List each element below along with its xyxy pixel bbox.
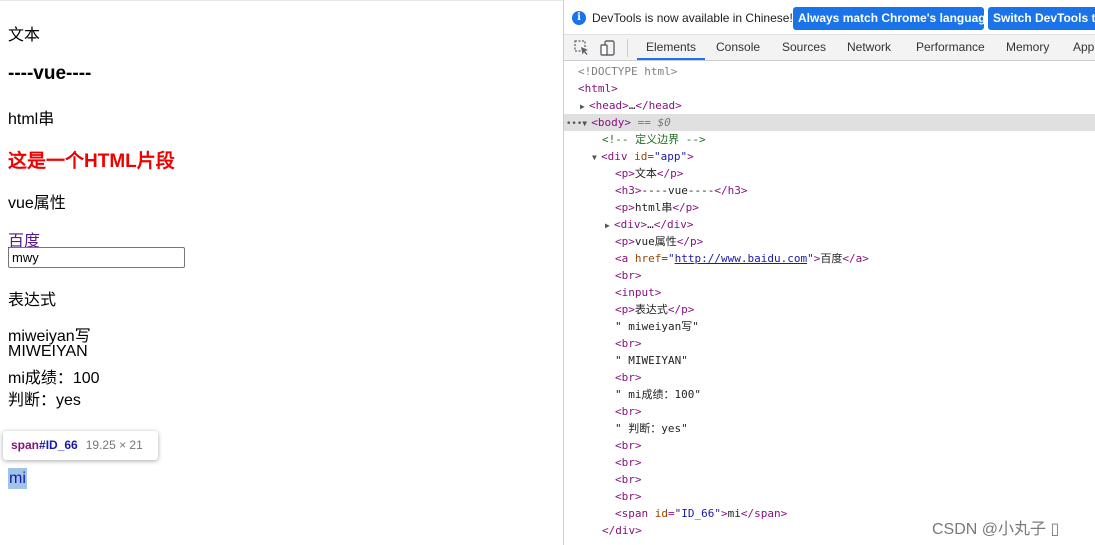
tree-node-br[interactable]: <br> [564, 403, 1095, 420]
expression-paragraph: 表达式 [8, 292, 57, 309]
tree-node-text[interactable]: " 判断：yes" [564, 420, 1095, 437]
tree-node-br[interactable]: <br> [564, 454, 1095, 471]
tree-node-br[interactable]: <br> [564, 267, 1095, 284]
text-line-2: MIWEIYAN [8, 343, 88, 360]
tree-node-doctype[interactable]: <!DOCTYPE html> [564, 63, 1095, 80]
tooltip-tag-name: span [11, 438, 40, 452]
tooltip-dimensions: 19.25 × 21 [85, 438, 143, 452]
device-toolbar-icon[interactable] [599, 39, 617, 57]
expand-caret-icon[interactable]: ▶ [605, 217, 614, 234]
language-infobar: i DevTools is now available in Chinese! … [564, 0, 1095, 35]
href-link[interactable]: http://www.baidu.com [675, 252, 807, 265]
csdn-watermark: CSDN @小丸子 ▯ [932, 521, 1060, 538]
match-language-button[interactable]: Always match Chrome's language [793, 7, 992, 30]
tree-node-br[interactable]: <br> [564, 437, 1095, 454]
tree-node-br[interactable]: <br> [564, 488, 1095, 505]
tree-node-p[interactable]: <p>vue属性</p> [564, 233, 1095, 250]
tree-node-text[interactable]: " MIWEIYAN" [564, 352, 1095, 369]
text-line-4: 判断：yes [8, 392, 81, 409]
inspect-element-icon[interactable] [573, 39, 591, 57]
tree-node-p[interactable]: <p>文本</p> [564, 165, 1095, 182]
tab-console[interactable]: Console [716, 35, 760, 60]
tab-application[interactable]: App [1073, 35, 1094, 60]
collapse-caret-icon[interactable]: ▼ [582, 115, 591, 132]
tree-node-div-app[interactable]: ▼ <div id="app"> [564, 148, 1095, 165]
inspect-tooltip: span#ID_66 19.25 × 21 [3, 431, 158, 460]
text-paragraph: 文本 [8, 27, 41, 44]
tree-node-br[interactable]: <br> [564, 471, 1095, 488]
tab-sources[interactable]: Sources [782, 35, 826, 60]
infobar-message: DevTools is now available in Chinese! [592, 11, 793, 25]
toolbar-separator [627, 39, 628, 57]
highlighted-span: mi [8, 468, 27, 489]
vue-heading: ----vue---- [8, 63, 92, 84]
expand-caret-icon[interactable]: ▶ [580, 98, 589, 115]
tree-node-br[interactable]: <br> [564, 335, 1095, 352]
html-string-paragraph: html串 [8, 111, 55, 128]
tree-node-p[interactable]: <p>html串</p> [564, 199, 1095, 216]
tree-node-h3[interactable]: <h3>----vue----</h3> [564, 182, 1095, 199]
html-fragment-heading: 这是一个HTML片段 [8, 151, 175, 172]
tree-node-div[interactable]: ▶ <div>…</div> [564, 216, 1095, 233]
tab-performance[interactable]: Performance [916, 35, 985, 60]
switch-language-button[interactable]: Switch DevTools to [988, 7, 1095, 30]
tree-node-br[interactable]: <br> [564, 369, 1095, 386]
tree-node-body[interactable]: •••▼ <body> == $0 [564, 114, 1095, 131]
devtools-tabbar: Elements Console Sources Network Perform… [564, 35, 1095, 61]
tab-elements[interactable]: Elements [637, 35, 705, 60]
tab-memory[interactable]: Memory [1006, 35, 1049, 60]
devtools-panel: i DevTools is now available in Chinese! … [563, 0, 1095, 545]
tooltip-id: #ID_66 [39, 438, 78, 452]
tab-network[interactable]: Network [847, 35, 891, 60]
more-dots-icon[interactable]: ••• [566, 119, 582, 129]
tree-node-html[interactable]: <html> [564, 80, 1095, 97]
text-line-3: mi成绩：100 [8, 370, 100, 387]
collapse-caret-icon[interactable]: ▼ [592, 149, 601, 166]
dom-tree: <!DOCTYPE html> <html> ▶ <head>…</head> •… [564, 61, 1095, 545]
tree-node-a[interactable]: <a href="http://www.baidu.com">百度</a> [564, 250, 1095, 267]
name-input[interactable] [8, 247, 185, 268]
rendered-page: 文本 ----vue---- html串 这是一个HTML片段 vue属性 百度… [0, 0, 563, 545]
tree-node-text[interactable]: " miweiyan写" [564, 318, 1095, 335]
tree-node-comment[interactable]: <!-- 定义边界 --> [564, 131, 1095, 148]
tree-node-input[interactable]: <input> [564, 284, 1095, 301]
tree-node-p[interactable]: <p>表达式</p> [564, 301, 1095, 318]
tree-node-head[interactable]: ▶ <head>…</head> [564, 97, 1095, 114]
info-icon: i [572, 11, 586, 25]
vue-attr-paragraph: vue属性 [8, 195, 66, 212]
tree-node-text[interactable]: " mi成绩：100" [564, 386, 1095, 403]
